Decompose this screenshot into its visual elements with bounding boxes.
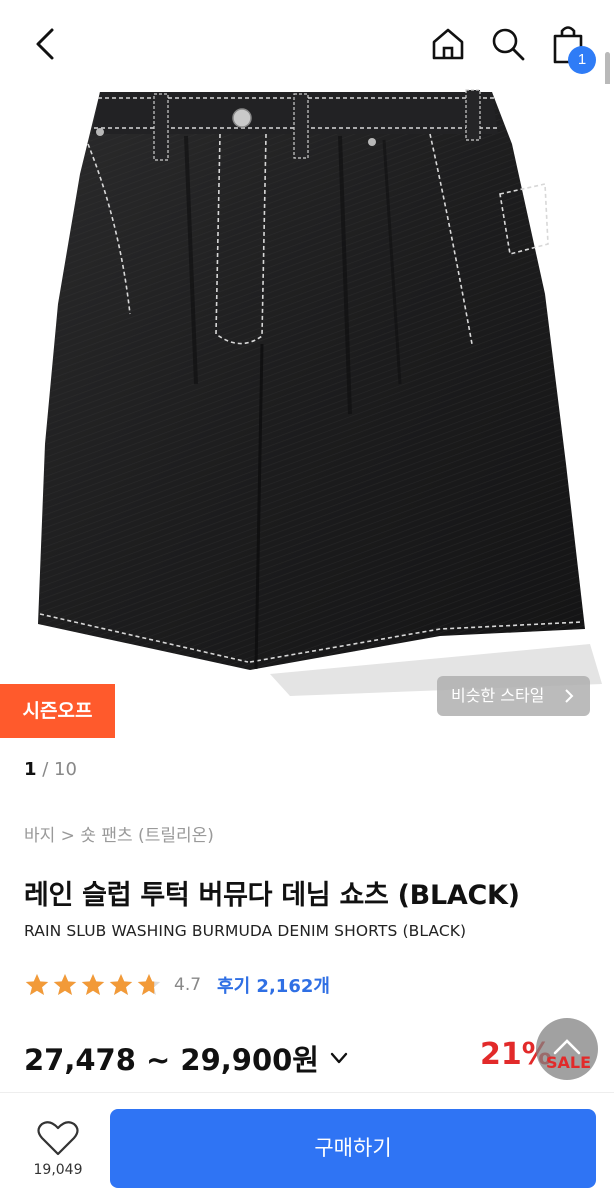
page-separator: / <box>36 759 55 780</box>
chevron-right-icon <box>564 676 574 731</box>
star-icon <box>137 974 161 995</box>
wishlist-button[interactable]: 19,049 <box>14 1118 102 1188</box>
similar-style-button[interactable]: 비슷한 스타일 <box>437 676 590 716</box>
cart-count-badge: 1 <box>568 46 596 74</box>
chevron-down-icon <box>330 1052 348 1064</box>
home-button[interactable] <box>428 24 468 64</box>
category-breadcrumb[interactable]: 바지 > 숏 팬츠 (트릴리온) <box>24 821 214 846</box>
wishlist-count: 19,049 <box>33 1162 83 1178</box>
search-button[interactable] <box>488 24 528 64</box>
star-icon <box>53 974 77 995</box>
search-icon <box>492 28 525 61</box>
home-icon <box>432 28 464 60</box>
denim-shorts-image <box>38 89 602 696</box>
star-icon <box>25 974 49 995</box>
review-count-link[interactable]: 후기 2,162개 <box>217 972 330 998</box>
star-icon <box>81 974 105 995</box>
star-icon <box>109 974 133 995</box>
image-page-counter: 1 / 10 <box>24 759 77 780</box>
total-pages: 10 <box>54 759 77 780</box>
price-range[interactable]: 27,478 ~ 29,900원 <box>24 1037 349 1079</box>
chevron-left-icon <box>36 28 54 60</box>
heart-icon <box>37 1121 79 1156</box>
current-page: 1 <box>24 759 37 780</box>
buy-button[interactable]: 구매하기 <box>110 1109 596 1188</box>
back-button[interactable] <box>28 24 64 64</box>
top-bar: 1 <box>0 0 614 84</box>
product-title: 레인 슬럽 투턱 버뮤다 데님 쇼츠 (BLACK) <box>24 880 520 911</box>
product-subtitle: RAIN SLUB WASHING BURMUDA DENIM SHORTS (… <box>24 922 467 940</box>
rating-row: 4.7 후기 2,162개 <box>24 970 330 1000</box>
similar-style-label: 비슷한 스타일 <box>451 686 545 705</box>
rating-value: 4.7 <box>174 975 202 995</box>
sale-label: SALE <box>546 1053 592 1072</box>
rating-stars <box>24 972 162 998</box>
season-off-badge: 시즌오프 <box>0 684 115 738</box>
price-text: 27,478 ~ 29,900원 <box>24 1043 319 1077</box>
product-image[interactable] <box>0 84 614 740</box>
